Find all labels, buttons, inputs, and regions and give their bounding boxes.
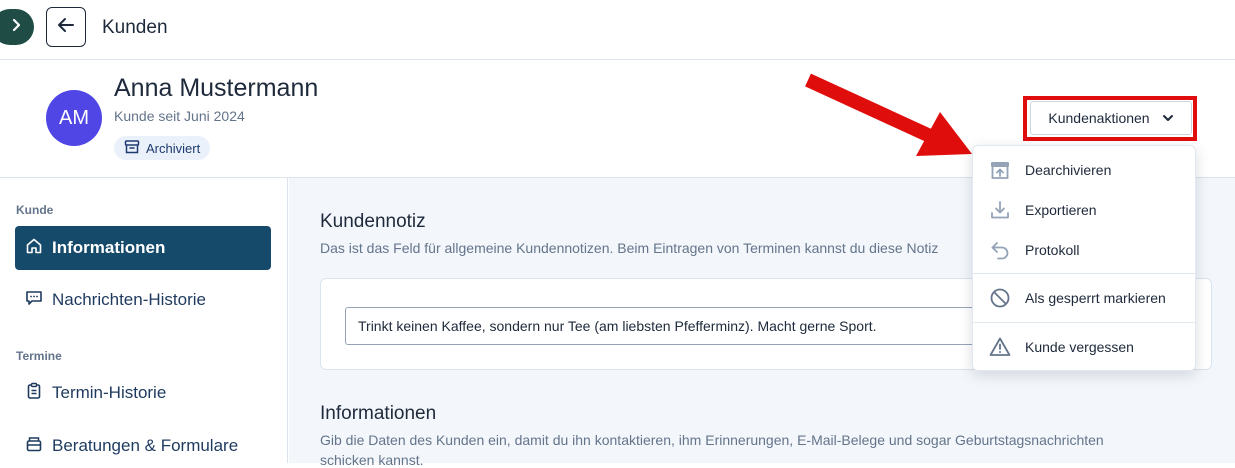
menu-divider [973,322,1195,323]
sidebar-section-kunde: Kunde [16,203,54,217]
customer-actions-label: Kundenaktionen [1048,110,1150,126]
expand-sidebar-button[interactable] [0,9,34,45]
avatar: AM [46,90,102,146]
status-badge: Archiviert [114,136,211,160]
status-badge-label: Archiviert [146,140,201,156]
chevron-down-icon [1162,110,1174,126]
customer-actions-button[interactable]: Kundenaktionen [1030,101,1192,135]
note-description: Das ist das Feld für allgemeine Kundenno… [320,240,939,256]
download-icon [989,199,1011,221]
menu-item-kunde-vergessen[interactable]: Kunde vergessen [973,327,1195,367]
menu-item-exportieren[interactable]: Exportieren [973,190,1195,230]
back-button[interactable] [46,7,86,47]
annotation-arrow [805,73,972,156]
sidebar-item-label: Beratungen & Formulare [52,436,239,455]
forms-icon [25,435,43,458]
info-description-continued: schicken kannst. [320,452,424,468]
menu-item-dearchivieren[interactable]: Dearchivieren [973,150,1195,190]
menu-item-label: Kunde vergessen [1025,339,1134,355]
block-icon [989,287,1011,309]
undo-icon [989,239,1011,261]
customer-name: Anna Mustermann [114,74,319,102]
customer-since: Kunde seit Juni 2024 [114,108,245,124]
sidebar-item-label: Nachrichten-Historie [52,290,206,309]
menu-item-label: Protokoll [1025,242,1080,258]
customer-note-input[interactable]: Trinkt keinen Kaffee, sondern nur Tee (a… [345,307,985,345]
home-icon [25,237,43,260]
warning-icon [989,336,1011,358]
sidebar: Kunde Informationen Nachrichten-Historie… [0,178,288,463]
page-title: Kunden [102,17,168,38]
info-description: Gib die Daten des Kunden ein, damit du i… [320,432,1104,448]
sidebar-item-nachrichten-historie[interactable]: Nachrichten-Historie [15,278,271,322]
menu-item-protokoll[interactable]: Protokoll [973,230,1195,270]
sidebar-item-beratungen-formulare[interactable]: Beratungen & Formulare [15,424,271,468]
menu-item-label: Dearchivieren [1025,162,1112,178]
info-heading: Informationen [320,403,437,424]
archive-icon [124,139,140,158]
chat-icon [25,289,43,312]
clipboard-icon [25,382,43,405]
menu-item-label: Exportieren [1025,202,1097,218]
customer-actions-menu: Dearchivieren Exportieren Protokoll Als … [972,145,1196,371]
sidebar-item-label: Termin-Historie [52,383,167,402]
sidebar-item-informationen[interactable]: Informationen [15,226,271,270]
menu-divider [973,273,1195,274]
note-heading: Kundennotiz [320,211,426,232]
unarchive-icon [989,159,1011,181]
sidebar-section-termine: Termine [16,349,62,363]
chevron-right-icon [11,18,21,37]
arrow-left-icon [56,15,76,40]
top-bar: Kunden [0,0,1235,60]
menu-item-label: Als gesperrt markieren [1025,290,1166,306]
sidebar-item-label: Informationen [52,238,166,257]
menu-item-als-gesperrt-markieren[interactable]: Als gesperrt markieren [973,278,1195,318]
sidebar-item-termin-historie[interactable]: Termin-Historie [15,371,271,415]
